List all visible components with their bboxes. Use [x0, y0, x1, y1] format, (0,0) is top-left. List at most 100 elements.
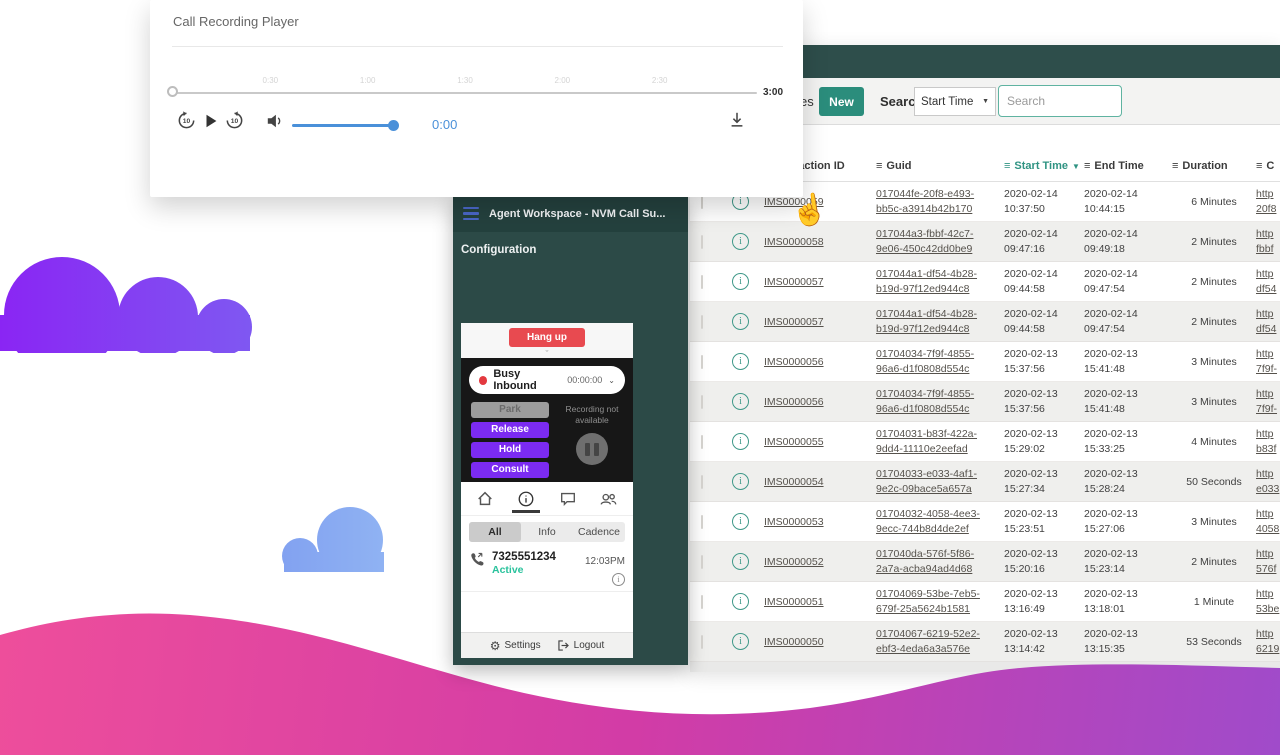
- recording-zone: Recording not available: [557, 404, 627, 465]
- column-menu-icon[interactable]: ≡: [1256, 160, 1262, 172]
- recording-link[interactable]: httpb83f: [1256, 428, 1276, 455]
- column-menu-icon[interactable]: ≡: [876, 160, 882, 172]
- info-icon[interactable]: i: [732, 273, 749, 290]
- recording-link[interactable]: http20f8: [1256, 188, 1276, 215]
- guid-link[interactable]: 01704032-4058-4ee3-9ecc-744b8d4de2ef: [876, 508, 980, 535]
- settings-button[interactable]: ⚙ Settings: [490, 639, 541, 653]
- info-icon[interactable]: i: [732, 473, 749, 490]
- row-checkbox[interactable]: [701, 315, 703, 329]
- seek-handle[interactable]: [167, 86, 178, 97]
- seek-bar[interactable]: [173, 92, 757, 94]
- interaction-id-link[interactable]: IMS0000056: [764, 396, 824, 408]
- volume-slider-handle[interactable]: [388, 120, 399, 131]
- column-header-duration[interactable]: ≡Duration: [1172, 160, 1256, 172]
- call-status-pill[interactable]: Busy Inbound 00:00:00 ⌄: [469, 366, 625, 394]
- forward-10-icon[interactable]: 10: [224, 110, 245, 134]
- row-info-cell: i: [732, 273, 764, 290]
- info-icon[interactable]: i: [732, 313, 749, 330]
- recording-link[interactable]: httpfbbf: [1256, 228, 1274, 255]
- play-icon[interactable]: [202, 112, 220, 133]
- interaction-id-link[interactable]: IMS0000054: [764, 476, 824, 488]
- interaction-id-link[interactable]: IMS0000053: [764, 516, 824, 528]
- recording-link[interactable]: httpdf54: [1256, 308, 1276, 335]
- guid-link[interactable]: 017044a1-df54-4b28-b19d-97f12ed944c8: [876, 308, 977, 335]
- consult-button[interactable]: Consult: [471, 462, 549, 478]
- recording-link[interactable]: http576f: [1256, 548, 1276, 575]
- recording-link[interactable]: httpdf54: [1256, 268, 1276, 295]
- guid-link[interactable]: 017044a3-fbbf-42c7-9e06-450c42dd0be9: [876, 228, 974, 255]
- menu-item-configuration[interactable]: Configuration: [453, 232, 688, 268]
- volume-slider[interactable]: [292, 124, 392, 127]
- info-icon[interactable]: i: [732, 513, 749, 530]
- info-icon[interactable]: i: [732, 353, 749, 370]
- purple-cloud-shape: [0, 253, 272, 353]
- interaction-id-link[interactable]: IMS0000052: [764, 556, 824, 568]
- info-tab-icon[interactable]: [516, 487, 536, 511]
- row-checkbox[interactable]: [701, 435, 703, 449]
- search-field-dropdown[interactable]: Start Time ▼: [914, 87, 996, 116]
- search-input[interactable]: [998, 85, 1122, 117]
- park-button[interactable]: Park: [471, 402, 549, 418]
- row-checkbox[interactable]: [701, 275, 703, 289]
- call-info-icon[interactable]: i: [612, 573, 625, 586]
- replay-10-icon[interactable]: 10: [176, 110, 197, 134]
- column-header-c[interactable]: ≡C: [1256, 160, 1280, 172]
- call-control-area: Busy Inbound 00:00:00 ⌄ Park Release Hold C…: [461, 358, 633, 482]
- recording-link[interactable]: http7f9f-: [1256, 388, 1277, 415]
- interaction-id-link[interactable]: IMS0000058: [764, 236, 824, 248]
- pause-recording-button[interactable]: [576, 433, 608, 465]
- chat-icon[interactable]: [558, 487, 578, 511]
- guid-link[interactable]: 01704033-e033-4af1-9e2c-09bace5a657a: [876, 468, 977, 495]
- recording-link[interactable]: http7f9f-: [1256, 348, 1277, 375]
- guid-link[interactable]: 017040da-576f-5f86-2a7a-acba94ad4d68: [876, 548, 974, 575]
- release-button[interactable]: Release: [471, 422, 549, 438]
- column-menu-icon[interactable]: ≡: [1004, 160, 1010, 172]
- column-menu-icon[interactable]: ≡: [1084, 160, 1090, 172]
- guid-link[interactable]: 01704034-7f9f-4855-96a6-d1f0808d554c: [876, 388, 974, 415]
- guid-link[interactable]: 017044fe-20f8-e493-bb5c-a3914b42b170: [876, 188, 974, 215]
- tab-cadence[interactable]: Cadence: [573, 522, 625, 542]
- row-checkbox[interactable]: [701, 515, 703, 529]
- column-header-guid[interactable]: ≡Guid: [876, 160, 1004, 172]
- hamburger-menu-icon[interactable]: [463, 207, 479, 221]
- hangup-strip: Hang up ˇ: [461, 323, 633, 358]
- guid-cell: 017044a1-df54-4b28-b19d-97f12ed944c8: [876, 267, 1004, 296]
- guid-link[interactable]: 017044a1-df54-4b28-b19d-97f12ed944c8: [876, 268, 977, 295]
- info-icon[interactable]: i: [732, 553, 749, 570]
- column-header-end-time[interactable]: ≡End Time: [1084, 160, 1172, 172]
- tab-info[interactable]: Info: [521, 522, 573, 542]
- call-list-item[interactable]: 7325551234 Active 12:03PM i: [461, 546, 633, 592]
- row-checkbox[interactable]: [701, 355, 703, 369]
- row-select-cell: [690, 236, 732, 248]
- home-icon[interactable]: [475, 487, 495, 511]
- new-button[interactable]: New: [819, 87, 864, 116]
- interaction-id-link[interactable]: IMS0000055: [764, 436, 824, 448]
- recording-link-cell: httpdf54: [1256, 307, 1280, 336]
- recording-link[interactable]: http4058: [1256, 508, 1279, 535]
- row-checkbox[interactable]: [701, 555, 703, 569]
- tab-all[interactable]: All: [469, 522, 521, 542]
- download-icon[interactable]: [728, 111, 746, 132]
- row-checkbox[interactable]: [701, 235, 703, 249]
- row-checkbox[interactable]: [701, 395, 703, 409]
- guid-link[interactable]: 01704034-7f9f-4855-96a6-d1f0808d554c: [876, 348, 974, 375]
- guid-link[interactable]: 01704031-b83f-422a-9dd4-11110e2eefad: [876, 428, 977, 455]
- interaction-id-link[interactable]: IMS0000057: [764, 276, 824, 288]
- interaction-id-link[interactable]: IMS0000056: [764, 356, 824, 368]
- contacts-icon[interactable]: [599, 487, 619, 511]
- volume-icon[interactable]: [266, 112, 284, 133]
- logout-button[interactable]: Logout: [557, 639, 605, 652]
- info-icon[interactable]: i: [732, 233, 749, 250]
- row-checkbox[interactable]: [701, 475, 703, 489]
- info-icon[interactable]: i: [732, 433, 749, 450]
- table-row: i IMS0000056 01704034-7f9f-4855-96a6-d1f08…: [690, 342, 1280, 382]
- duration-value: 3 Minutes: [1191, 396, 1237, 408]
- hold-button[interactable]: Hold: [471, 442, 549, 458]
- recording-link[interactable]: httpe033: [1256, 468, 1279, 495]
- column-header-start-time[interactable]: ≡Start Time▼: [1004, 160, 1084, 172]
- interaction-id-link[interactable]: IMS0000057: [764, 316, 824, 328]
- start-time-cell: 2020-02-1315:37:56: [1004, 347, 1084, 376]
- hangup-button[interactable]: Hang up: [509, 328, 585, 347]
- column-menu-icon[interactable]: ≡: [1172, 160, 1178, 172]
- info-icon[interactable]: i: [732, 393, 749, 410]
